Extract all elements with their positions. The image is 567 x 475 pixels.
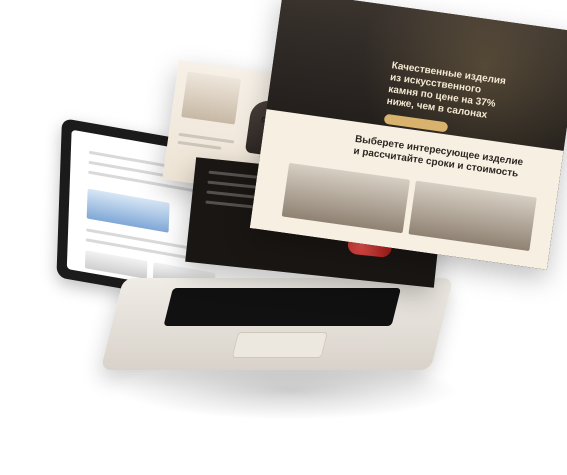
laptop-content-image	[86, 188, 170, 233]
laptop-keyboard	[163, 288, 401, 326]
laptop-content-card	[84, 250, 148, 279]
laptop-trackpad	[231, 332, 329, 358]
promo-composition: Качественные изделия из искусственного к…	[0, 0, 567, 475]
floating-screen-right: Качественные изделия из искусственного к…	[249, 0, 567, 270]
content-line	[177, 140, 222, 150]
laptop-base	[100, 278, 454, 370]
background-photo	[181, 71, 242, 125]
